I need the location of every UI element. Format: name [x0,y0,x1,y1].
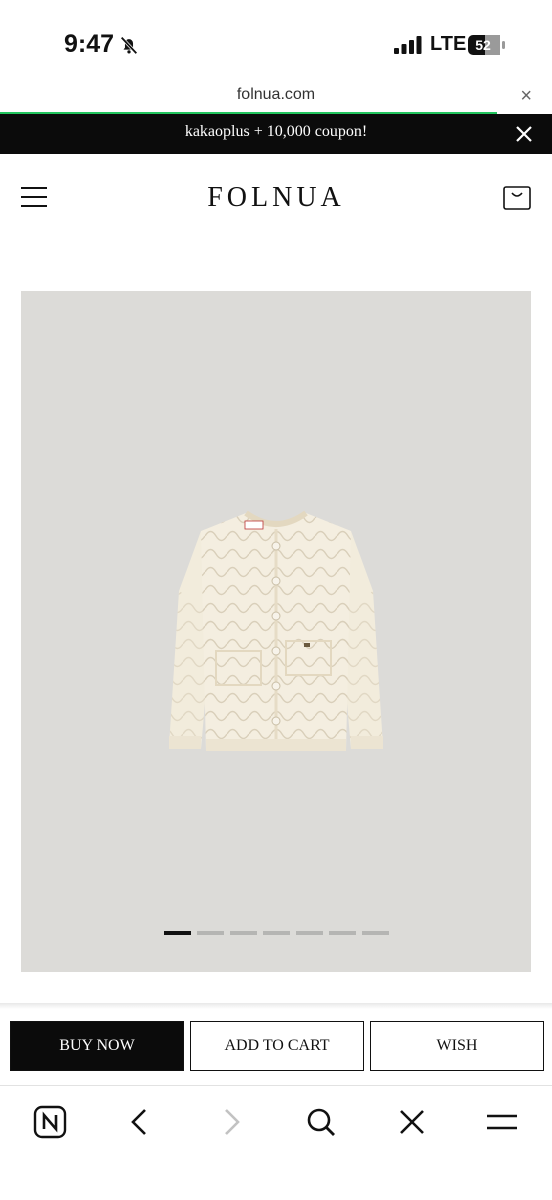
browser-toolbar [0,1085,552,1158]
purchase-actions: BUY NOW ADD TO CART WISH [10,1021,544,1073]
url-text[interactable]: folnua.com [0,86,552,104]
carousel-dot-6[interactable] [329,931,356,935]
divider [0,1003,552,1009]
battery-level: 52 [475,37,491,53]
cardigan-image [169,510,383,751]
carousel-dot-1[interactable] [164,931,191,935]
signal-icon [394,36,422,54]
forward-icon[interactable] [213,1104,249,1140]
carousel-dot-5[interactable] [296,931,323,935]
site-header: FOLNUA [0,155,552,239]
status-bar: 9:47 LTE 52 [0,0,552,80]
promo-text[interactable]: kakaoplus + 10,000 coupon! [0,123,552,141]
add-to-cart-button[interactable]: ADD TO CART [190,1021,364,1071]
promo-banner[interactable]: kakaoplus + 10,000 coupon! [0,114,552,154]
site-logo[interactable]: FOLNUA [0,182,552,214]
carousel-dot-3[interactable] [230,931,257,935]
status-time: 9:47 [64,30,115,58]
carousel-dot-4[interactable] [263,931,290,935]
wish-button[interactable]: WISH [370,1021,544,1071]
search-icon[interactable] [303,1104,339,1140]
carousel-dot-7[interactable] [362,931,389,935]
url-bar[interactable]: folnua.com × [0,80,552,114]
bell-muted-icon [120,36,138,55]
close-tab-button[interactable]: × [520,85,532,108]
carousel-dot-2[interactable] [197,931,224,935]
shopping-bag-icon[interactable] [502,183,532,211]
naver-icon[interactable] [32,1104,68,1140]
close-icon[interactable] [394,1104,430,1140]
menu-icon[interactable] [484,1104,520,1140]
product-image[interactable] [21,291,531,972]
buy-now-button[interactable]: BUY NOW [10,1021,184,1071]
close-icon[interactable] [510,120,538,148]
back-icon[interactable] [122,1104,158,1140]
carrier-label: LTE [430,33,467,55]
image-carousel-pager [164,931,389,935]
